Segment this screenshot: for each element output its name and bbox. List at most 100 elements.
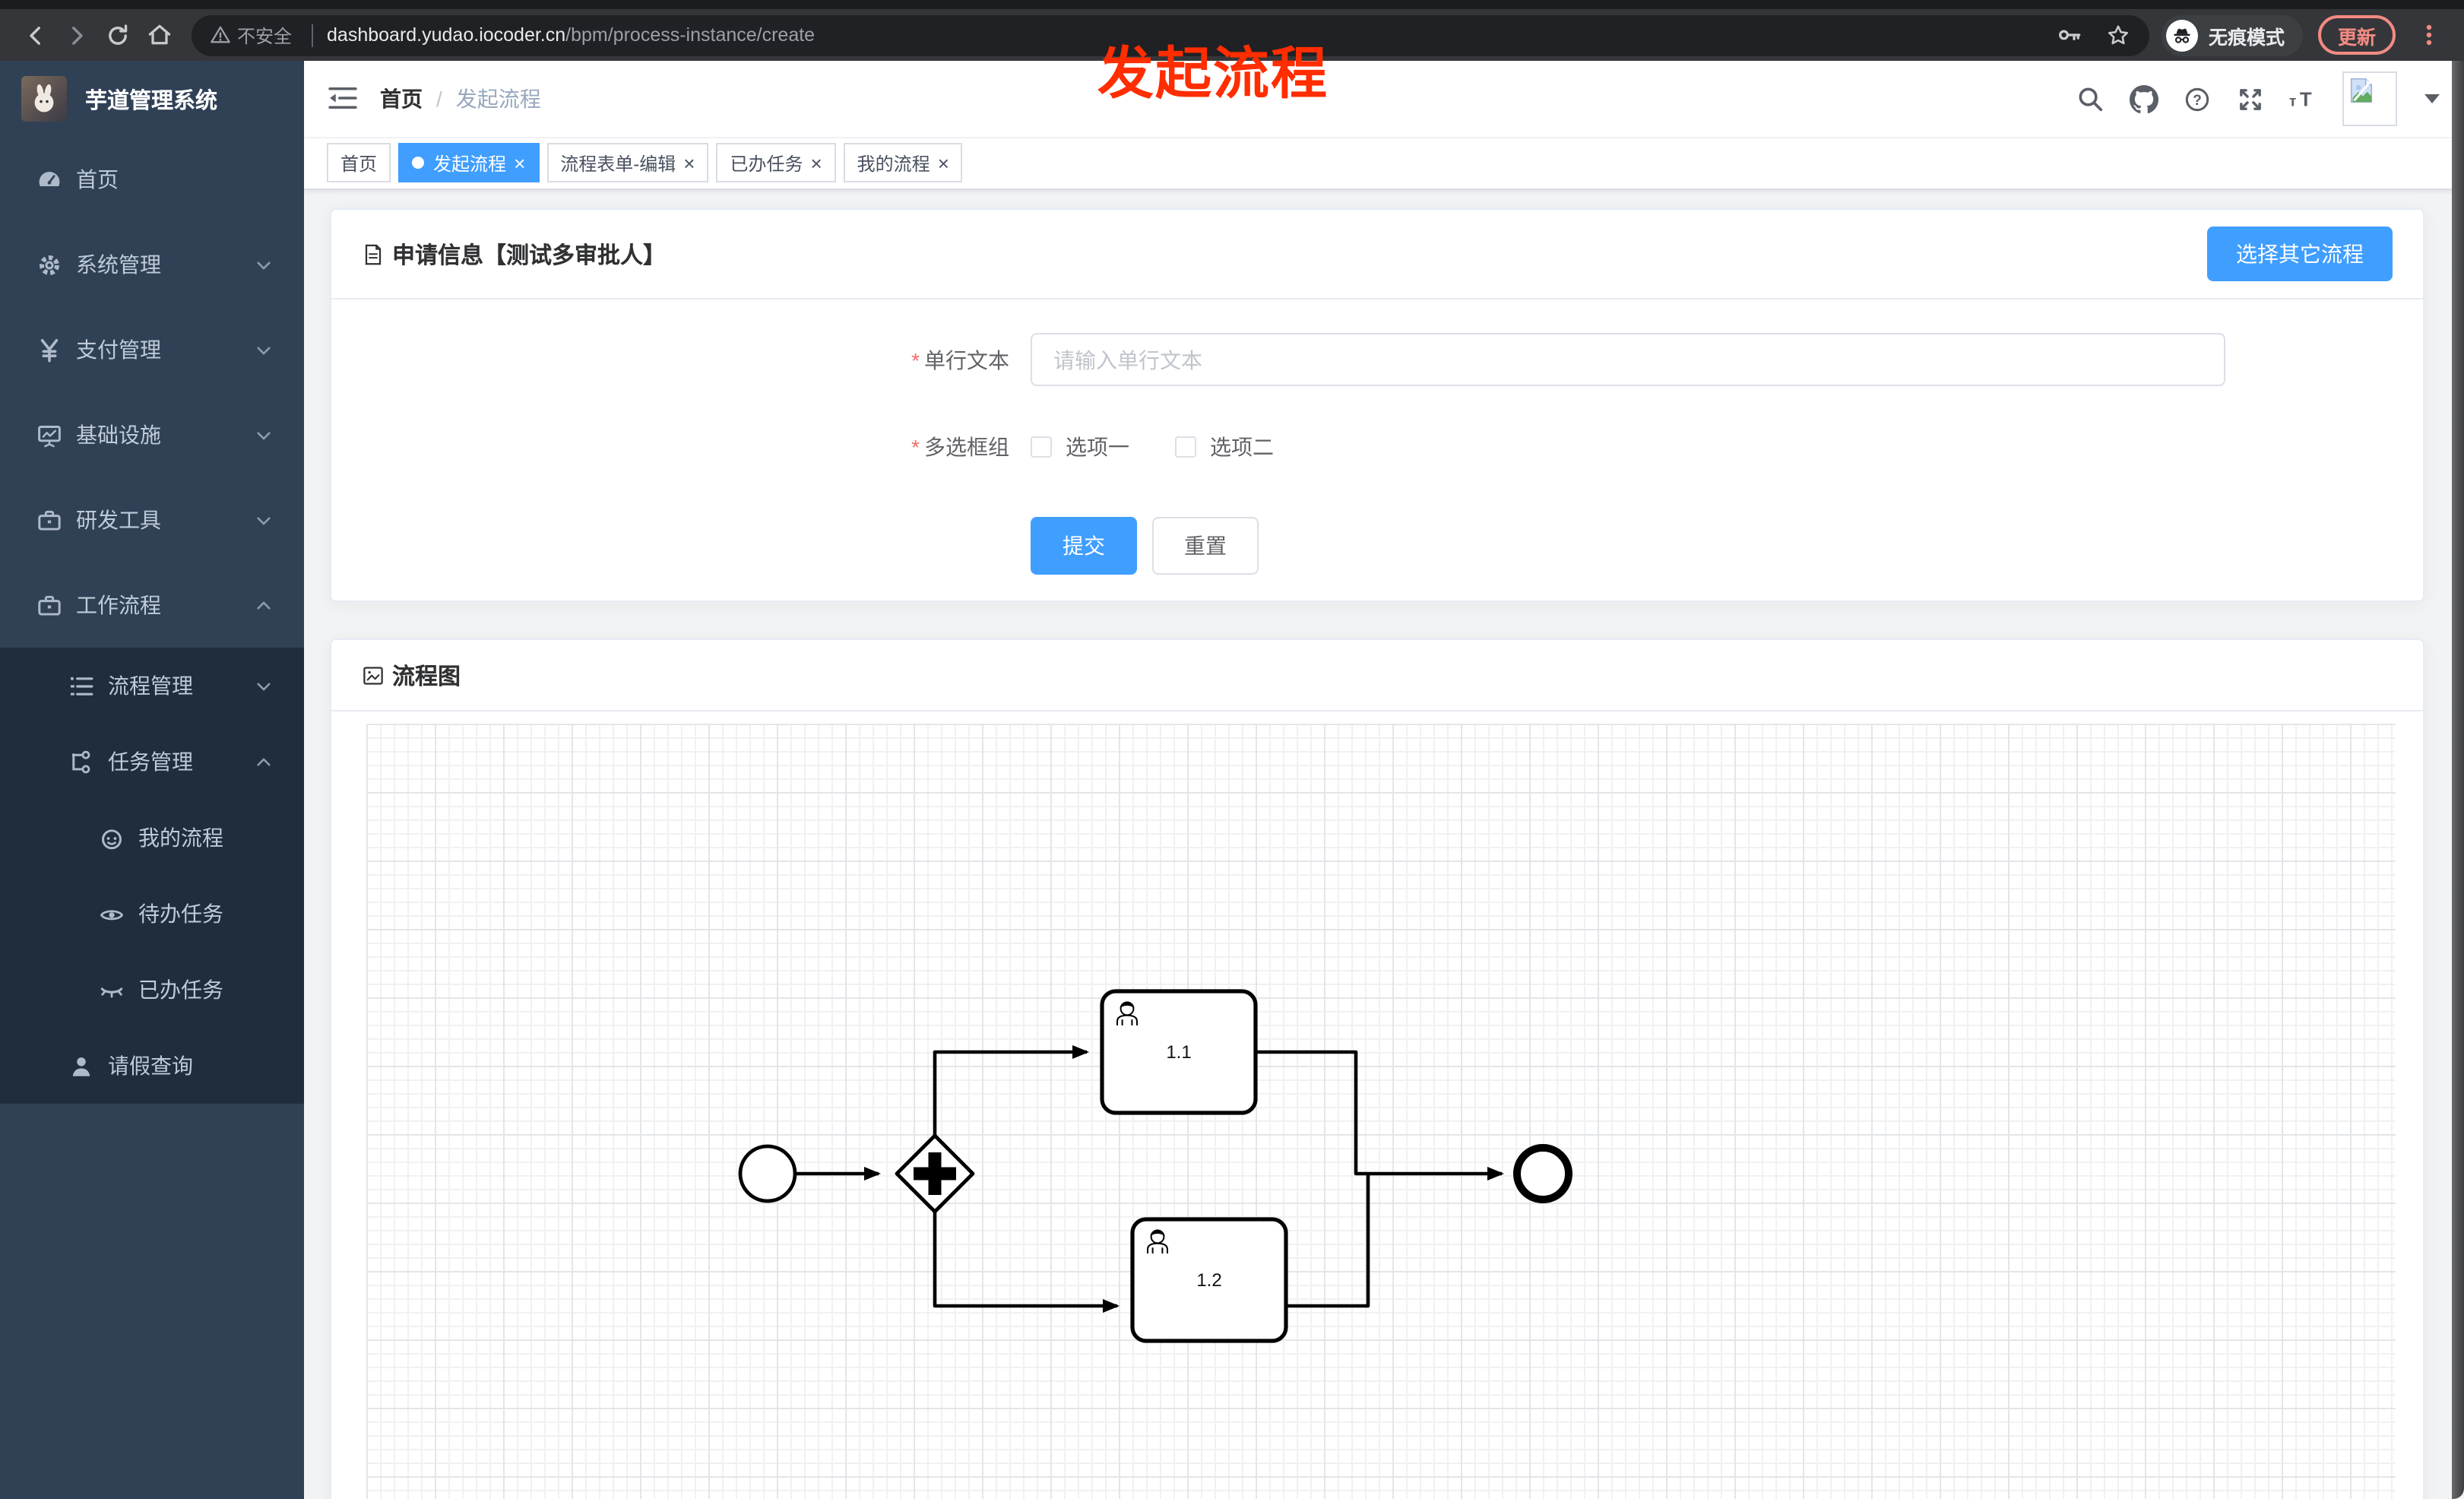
flow-gateway-to-task2[interactable]: [933, 1212, 1120, 1313]
card-title: 申请信息【测试多审批人】: [362, 238, 666, 270]
eye-closed-icon: [100, 987, 123, 997]
field-label: * 多选框组: [911, 435, 1009, 459]
breadcrumb-current: 发起流程: [455, 87, 541, 111]
bpmn-canvas[interactable]: 1.1 1.2: [366, 724, 2396, 1499]
chevron-up-icon: [257, 601, 271, 609]
sidebar-item-label: 我的流程: [138, 826, 223, 850]
close-icon[interactable]: ×: [810, 153, 822, 173]
flow-gateway-to-task1[interactable]: [933, 1045, 1089, 1136]
sidebar-item-process-mgmt[interactable]: 流程管理: [0, 648, 304, 724]
end-event[interactable]: [1513, 1144, 1572, 1203]
reload-button[interactable]: [97, 14, 138, 55]
chevron-down-icon: [257, 431, 271, 439]
active-dot: [412, 157, 425, 169]
avatar[interactable]: [2342, 71, 2397, 126]
start-event[interactable]: [738, 1144, 797, 1203]
forward-button[interactable]: [56, 14, 97, 55]
sidebar-item-payment-mgmt[interactable]: 支付管理: [0, 307, 304, 392]
sidebar-item-task-mgmt[interactable]: 任务管理: [0, 724, 304, 800]
bookmark-star-icon[interactable]: [2105, 22, 2131, 48]
tab-start-process[interactable]: 发起流程 ×: [398, 143, 540, 182]
sidebar-item-home[interactable]: 首页: [0, 137, 304, 222]
fullscreen-icon[interactable]: [2236, 84, 2265, 113]
sidebar-item-workflow[interactable]: 工作流程: [0, 563, 304, 648]
apply-form: *单行文本 *多选框组 选项一 选项二 提交 重置: [331, 299, 2423, 575]
chevron-up-icon: [257, 757, 271, 765]
chrome-update-button[interactable]: 更新: [2317, 15, 2396, 55]
tab-done-tasks[interactable]: 已办任务 ×: [716, 143, 836, 182]
checkbox-option-2[interactable]: 选项二: [1175, 432, 1274, 462]
checkbox-option-1[interactable]: 选项一: [1031, 432, 1129, 462]
help-icon[interactable]: ?: [2183, 84, 2212, 113]
document-icon: [365, 243, 382, 265]
font-size-icon[interactable]: тT: [2289, 84, 2318, 113]
card-title: 流程图: [362, 659, 461, 691]
sidebar-item-label: 支付管理: [76, 338, 161, 362]
close-icon[interactable]: ×: [514, 153, 525, 173]
password-key-icon[interactable]: [2057, 21, 2084, 49]
search-icon[interactable]: [2076, 84, 2105, 113]
submit-button[interactable]: 提交: [1031, 517, 1137, 575]
app-logo-row[interactable]: 芋道管理系统: [0, 61, 304, 137]
home-button[interactable]: [138, 14, 179, 55]
svg-text:T: T: [2300, 89, 2312, 110]
flow-task1-to-end[interactable]: [1256, 1050, 1504, 1181]
single-line-text-input[interactable]: [1031, 333, 2225, 386]
sidebar-item-my-process[interactable]: 我的流程: [0, 800, 304, 876]
svg-text:1.1: 1.1: [1166, 1042, 1191, 1063]
gear-icon: [40, 255, 59, 274]
required-mark: *: [911, 435, 920, 459]
chevron-down-icon: [257, 516, 271, 524]
sidebar-item-label: 研发工具: [76, 508, 161, 532]
app-logo: [21, 76, 67, 122]
breadcrumb-home[interactable]: 首页: [380, 84, 423, 114]
diagram-header: 流程图: [331, 640, 2423, 711]
forward-icon: [72, 26, 83, 44]
back-button[interactable]: [15, 14, 56, 55]
incognito-icon: [2165, 19, 2198, 51]
choose-other-process-button[interactable]: 选择其它流程: [2207, 227, 2393, 281]
home-icon: [147, 24, 170, 45]
security-label: 不安全: [237, 25, 293, 46]
sidebar-item-leave-query[interactable]: 请假查询: [0, 1028, 304, 1104]
svg-text:т: т: [2289, 93, 2296, 109]
bpmn-diagram: 1.1 1.2: [738, 989, 1572, 1343]
avatar-caret-icon[interactable]: [2424, 94, 2440, 103]
tab-form-edit[interactable]: 流程表单-编辑 ×: [546, 143, 709, 182]
annotation-title: 发起流程: [1097, 43, 1329, 105]
sidebar-item-infrastructure[interactable]: 基础设施: [0, 392, 304, 477]
tab-my-process[interactable]: 我的流程 ×: [843, 143, 963, 182]
eye-icon: [100, 909, 124, 920]
checkbox-icon[interactable]: [1175, 436, 1196, 458]
user-task-1-2[interactable]: 1.2: [1130, 1217, 1288, 1343]
parallel-gateway[interactable]: [895, 1133, 975, 1214]
sidebar-item-todo-tasks[interactable]: 待办任务: [0, 876, 304, 952]
sidebar-item-label: 基础设施: [76, 423, 161, 447]
window-scrollbar[interactable]: [2452, 61, 2464, 1499]
form-actions: 提交 重置: [1031, 517, 2423, 575]
user-task-1-1[interactable]: 1.1: [1100, 989, 1258, 1115]
incognito-badge: 无痕模式: [2161, 14, 2303, 55]
sidebar-collapse-button[interactable]: [328, 84, 357, 113]
sidebar-item-label: 流程管理: [108, 673, 193, 698]
process-diagram-card: 流程图 1.1 1.2: [330, 639, 2424, 1499]
sidebar-item-done-tasks[interactable]: 已办任务: [0, 952, 304, 1028]
incognito-label: 无痕模式: [2208, 27, 2285, 48]
not-secure-warning-icon: [211, 26, 230, 43]
checkbox-icon[interactable]: [1031, 436, 1052, 458]
browser-menu-button[interactable]: [2408, 14, 2449, 55]
user-icon: [72, 1057, 90, 1076]
tab-home[interactable]: 首页: [327, 143, 391, 182]
navbar: 首页 / 发起流程 ? тT: [304, 61, 2464, 138]
flow-task2-to-end[interactable]: [1286, 1175, 1370, 1308]
close-icon[interactable]: ×: [683, 153, 695, 173]
url-path: /bpm/process-instance/create: [565, 24, 816, 46]
tags-view: 首页 发起流程 × 流程表单-编辑 × 已办任务 × 我的流程 ×: [304, 137, 2464, 190]
github-icon[interactable]: [2130, 84, 2158, 113]
close-icon[interactable]: ×: [938, 153, 949, 173]
navbar-actions: ? тT: [2076, 61, 2440, 137]
sidebar-item-dev-tools[interactable]: 研发工具: [0, 477, 304, 563]
robot-icon: [102, 829, 122, 849]
sidebar-item-system-mgmt[interactable]: 系统管理: [0, 222, 304, 307]
reset-button[interactable]: 重置: [1152, 517, 1259, 575]
